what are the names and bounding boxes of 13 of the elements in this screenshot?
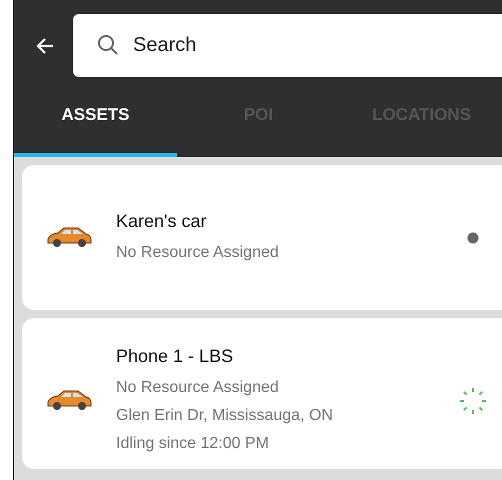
asset-detail: Idling since 12:00 PM xyxy=(116,434,270,454)
car-icon xyxy=(46,226,92,248)
search-field[interactable]: Search xyxy=(73,14,502,77)
asset-card[interactable]: Karen's car No Resource Assigned xyxy=(22,165,502,310)
asset-card[interactable]: Phone 1 - LBS No Resource Assigned Glen Erin Dr, Mississauga, ON Idling since 12:00 PM xyxy=(22,318,502,469)
search-icon xyxy=(97,34,119,56)
asset-detail: No Resource Assigned xyxy=(116,243,280,263)
asset-name: Phone 1 - LBS xyxy=(116,346,234,367)
tab[interactable]: ASSETS xyxy=(14,77,177,157)
car-icon xyxy=(46,390,92,412)
asset-detail: Glen Erin Dr, Mississauga, ON xyxy=(116,406,334,426)
asset-name: Karen's car xyxy=(116,211,208,232)
asset-detail: No Resource Assigned xyxy=(116,378,280,398)
